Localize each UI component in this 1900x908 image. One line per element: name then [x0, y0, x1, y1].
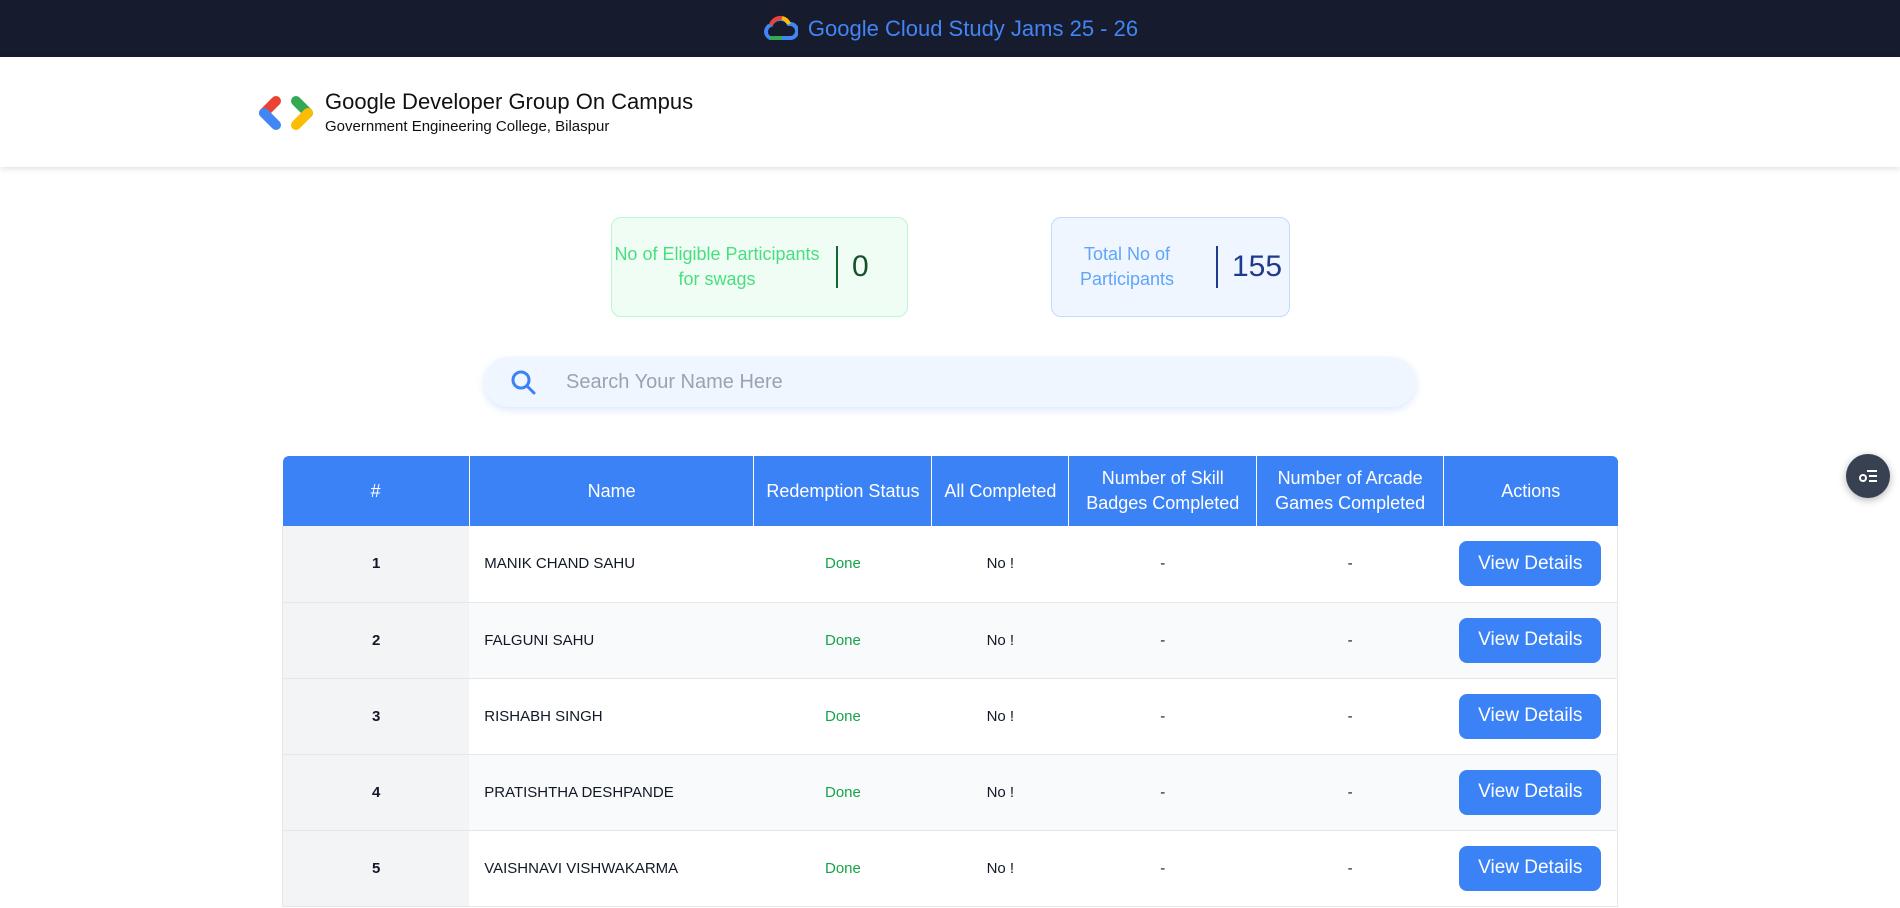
actions-cell: View Details [1443, 602, 1618, 679]
arcade-games-count: - [1256, 754, 1444, 831]
col-header-all-completed: All Completed [931, 456, 1070, 526]
actions-cell: View Details [1443, 830, 1618, 907]
search-icon [511, 370, 536, 395]
search-input[interactable] [566, 370, 1366, 394]
total-participants-card: Total No of Participants 155 [1051, 217, 1290, 317]
all-completed: No ! [931, 830, 1069, 907]
all-completed: No ! [931, 526, 1069, 603]
eligible-participants-card: No of Eligible Participants for swags 0 [611, 217, 908, 317]
actions-cell: View Details [1443, 526, 1618, 603]
table-row: 5 VAISHNAVI VISHWAKARMA Done No ! - - Vi… [282, 830, 1618, 907]
redemption-status: Done [753, 602, 932, 679]
actions-cell: View Details [1443, 754, 1618, 831]
arcade-games-count: - [1256, 678, 1444, 755]
col-header-redemption: Redemption Status [753, 456, 933, 526]
participant-name: FALGUNI SAHU [469, 602, 754, 679]
arcade-games-count: - [1256, 526, 1444, 603]
total-label: Total No of Participants [1079, 244, 1175, 289]
view-details-button[interactable]: View Details [1459, 693, 1602, 739]
row-number: 3 [282, 678, 470, 755]
row-number: 5 [282, 830, 470, 907]
site-header: Google Developer Group On Campus Governm… [0, 57, 1900, 167]
table-row: 4 PRATISHTHA DESHPANDE Done No ! - - Vie… [282, 754, 1618, 831]
row-number: 1 [282, 526, 470, 603]
google-cloud-icon [763, 15, 798, 40]
table-row: 3 RISHABH SINGH Done No ! - - View Detai… [282, 678, 1618, 755]
floating-menu-button[interactable] [1846, 454, 1890, 498]
participant-name: RISHABH SINGH [469, 678, 754, 755]
participants-table: # Name Redemption Status All Completed N… [282, 456, 1618, 907]
all-completed: No ! [931, 602, 1069, 679]
redemption-status: Done [753, 526, 932, 603]
arcade-games-count: - [1256, 602, 1444, 679]
skill-badges-count: - [1068, 678, 1257, 755]
view-details-button[interactable]: View Details [1459, 541, 1602, 587]
eligible-count: 0 [852, 250, 869, 283]
banner-title: Google Cloud Study Jams 25 - 26 [807, 15, 1139, 41]
col-header-skill-badges: Number of Skill Badges Completed [1068, 456, 1258, 526]
participant-name: PRATISHTHA DESHPANDE [469, 754, 754, 831]
participant-name: VAISHNAVI VISHWAKARMA [469, 830, 754, 907]
arcade-games-count: - [1256, 830, 1444, 907]
redemption-status: Done [753, 754, 932, 831]
redemption-status: Done [753, 830, 932, 907]
skill-badges-count: - [1068, 830, 1257, 907]
gdg-logo-icon [259, 96, 313, 130]
redemption-status: Done [753, 678, 932, 755]
eligible-label: No of Eligible Participants for swags [614, 244, 820, 289]
org-name: Google Developer Group On Campus [325, 89, 694, 114]
row-number: 4 [282, 754, 470, 831]
total-count: 155 [1232, 250, 1283, 283]
college-name: Government Engineering College, Bilaspur [325, 118, 610, 135]
col-header-arcade-games: Number of Arcade Games Completed [1256, 456, 1445, 526]
table-row: 1 MANIK CHAND SAHU Done No ! - - View De… [282, 526, 1618, 603]
search-bar[interactable] [484, 357, 1416, 407]
divider [1216, 246, 1218, 288]
row-number: 2 [282, 602, 470, 679]
view-details-button[interactable]: View Details [1459, 845, 1602, 891]
actions-cell: View Details [1443, 678, 1618, 755]
table-header-row: # Name Redemption Status All Completed N… [282, 456, 1618, 526]
table-row: 2 FALGUNI SAHU Done No ! - - View Detail… [282, 602, 1618, 679]
all-completed: No ! [931, 678, 1069, 755]
all-completed: No ! [931, 754, 1069, 831]
col-header-number: # [282, 456, 470, 526]
divider [836, 246, 838, 288]
participant-name: MANIK CHAND SAHU [469, 526, 754, 603]
col-header-actions: Actions [1443, 456, 1618, 526]
skill-badges-count: - [1068, 754, 1257, 831]
view-details-button[interactable]: View Details [1459, 617, 1602, 663]
col-header-name: Name [469, 456, 755, 526]
skill-badges-count: - [1068, 526, 1257, 603]
view-details-button[interactable]: View Details [1459, 769, 1602, 815]
top-banner: Google Cloud Study Jams 25 - 26 [0, 0, 1900, 57]
skill-badges-count: - [1068, 602, 1257, 679]
list-settings-icon [1859, 470, 1877, 482]
